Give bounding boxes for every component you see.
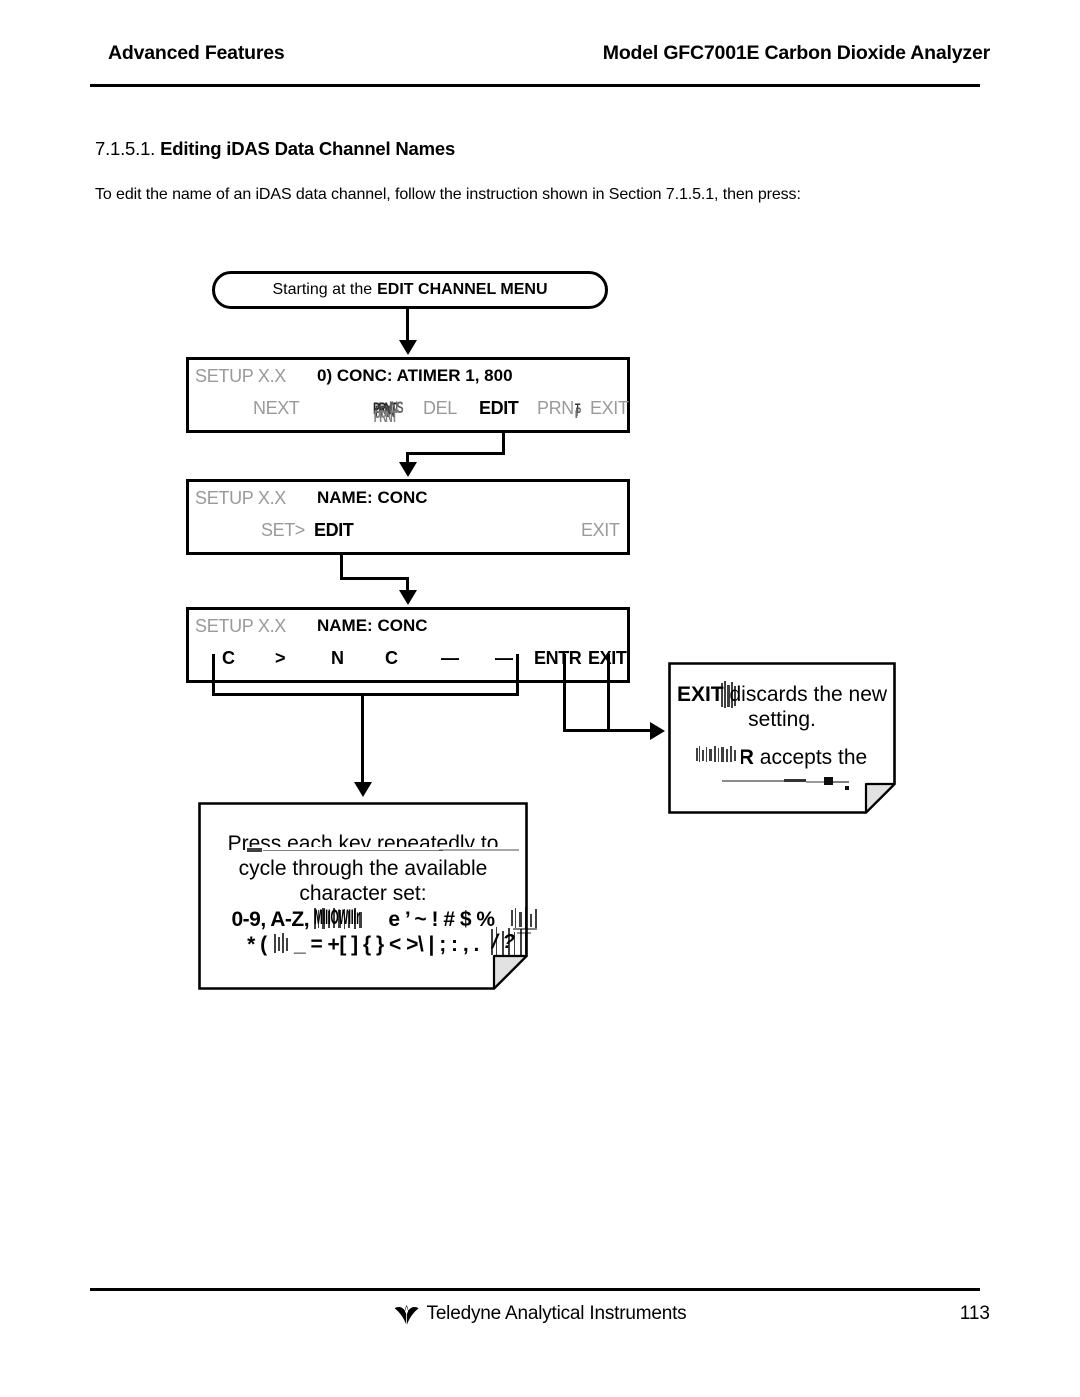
button-char-dash1[interactable]: — — [441, 648, 459, 669]
arrowhead-to-screen3 — [398, 590, 417, 605]
screen1-button-row: NEXT PRNT PRIN INS PRNT DEL EDIT PRN T I — [189, 398, 629, 428]
teledyne-wings-logo-icon — [394, 1303, 420, 1325]
note-right-line-2: setting. — [748, 707, 816, 731]
screen2-button-row: SET> EDIT EXIT — [189, 520, 627, 550]
tick-char-c1 — [212, 654, 215, 682]
page-header: Advanced Features Model GFC7001E Carbon … — [90, 42, 990, 80]
screen2-setup-label: SETUP X.X — [195, 488, 287, 508]
header-divider-rule — [90, 84, 980, 87]
footer-divider-rule — [90, 1288, 980, 1291]
screen3-main-text: NAME: CONC — [317, 616, 428, 635]
tick-exit — [607, 654, 610, 731]
connector-terminator-to-screen1 — [406, 309, 409, 342]
note-right-line-3: ENTR accepts the — [694, 745, 868, 772]
flow-terminator-start: Starting at the EDIT CHANNEL MENU — [212, 271, 608, 309]
scan-artifact-6: / ? — [490, 927, 534, 963]
button-next[interactable]: NEXT — [253, 398, 300, 419]
terminator-emphasis: EDIT CHANNEL MENU — [377, 281, 548, 298]
note-bottom-line-2: cycle through the available — [239, 846, 519, 882]
screen1-main-text: 0) CONC: ATIMER 1, 800 — [317, 366, 513, 385]
screen1-line1: SETUP X.X 0) CONC: ATIMER 1, 800 — [189, 366, 627, 396]
note-right-exit-keyword: EXIT — [676, 682, 724, 706]
connector-charkeys-bus — [212, 693, 519, 696]
footer-company-name: Teledyne Analytical Instruments — [426, 1303, 687, 1324]
note-bottom-line-5: * ( _ = +[ ] { } < >\ | ; : , . / ? — [247, 927, 528, 958]
tick-char-dash2 — [516, 654, 519, 682]
connector-charkeys-left-riser — [212, 680, 215, 696]
connector-entr-exit-bus — [563, 729, 662, 732]
button-del[interactable]: DEL — [423, 398, 457, 419]
flowchart: Starting at the EDIT CHANNEL MENU SETUP … — [0, 0, 1080, 1397]
section-title: Editing iDAS Data Channel Names — [160, 138, 456, 159]
button-entr[interactable]: ENTR — [534, 648, 582, 669]
button-char-n[interactable]: N — [331, 648, 344, 669]
note-right-line-4: new setting. — [702, 771, 862, 793]
section-number: 7.1.5.1. — [95, 138, 156, 159]
button-edit-2[interactable]: EDIT — [314, 520, 354, 541]
button-edit[interactable]: EDIT — [479, 398, 519, 419]
note-bottom-line-3: character set: — [299, 881, 427, 905]
button-char-dash2[interactable]: — — [495, 648, 513, 669]
note-right-line3-rest: accepts the — [753, 746, 868, 770]
button-print-ins-garbled[interactable]: PRNT PRIN INS PRNT — [373, 398, 404, 426]
scan-artifact-3: MIIIOWIIIr — [314, 908, 388, 930]
screen3-line1: SETUP X.X NAME: CONC — [189, 616, 627, 646]
scan-artifact-5 — [272, 933, 294, 955]
arrowhead-to-screen2 — [398, 462, 417, 477]
footer-page-number: 113 — [959, 1303, 990, 1324]
button-exit[interactable]: EXIT — [590, 398, 629, 419]
screen2-main-text: NAME: CONC — [317, 488, 428, 507]
note-character-set: Press each key repeatedly to cycle throu… — [198, 802, 538, 990]
screen3-setup-label: SETUP X.X — [195, 616, 287, 636]
scan-artifact-2 — [694, 745, 741, 772]
note-bottom-line-4: 0-9, A-Z, MIIIOWIIIr e ’ ~ ! # $ % — [231, 907, 538, 935]
note-right-line1-rest: discards the new — [723, 682, 888, 706]
button-char-c2[interactable]: C — [385, 648, 398, 669]
note-entr-exit-text: EXIT discards the new setting. ENTR acce… — [668, 662, 896, 814]
header-right-title: Model GFC7001E Carbon Dioxide Analyzer — [602, 42, 990, 64]
lcd-screen-1: SETUP X.X 0) CONC: ATIMER 1, 800 NEXT PR… — [186, 357, 630, 433]
connector-charkeys-to-note — [361, 693, 364, 783]
connector-edit2-horizontal — [340, 577, 409, 580]
button-set[interactable]: SET> — [261, 520, 305, 541]
button-char-c1[interactable]: C — [222, 648, 235, 669]
tick-entr — [563, 654, 566, 731]
intro-paragraph: To edit the name of an iDAS data channel… — [95, 186, 801, 203]
note-right-line-1: EXIT discards the new — [676, 680, 888, 709]
button-prnt-garbled[interactable]: PRN T IP Ill — [537, 398, 581, 421]
connector-edit1-horizontal — [406, 452, 505, 455]
connector-edit2-to-screen3 — [406, 577, 409, 591]
note-entr-exit: EXIT discards the new setting. ENTR acce… — [668, 662, 896, 814]
screen1-setup-label: SETUP X.X — [195, 366, 287, 386]
arrowhead-to-bottom-note — [353, 782, 372, 797]
arrowhead-to-screen1 — [398, 340, 417, 355]
section-heading: 7.1.5.1. Editing iDAS Data Channel Names — [95, 138, 455, 160]
arrowhead-to-right-note — [650, 722, 665, 740]
note-character-set-text: Press each key repeatedly to cycle throu… — [198, 802, 538, 990]
screen2-line1: SETUP X.X NAME: CONC — [189, 488, 627, 518]
button-char-next[interactable]: > — [275, 648, 286, 669]
header-left-title: Advanced Features — [108, 42, 285, 64]
lcd-screen-2: SETUP X.X NAME: CONC SET> EDIT EXIT — [186, 479, 630, 555]
connector-charkeys-right-riser — [516, 680, 519, 696]
scan-artifact-1 — [720, 680, 738, 709]
button-exit-2[interactable]: EXIT — [581, 520, 620, 541]
footer-company-block: Teledyne Analytical Instruments — [0, 1303, 1080, 1331]
screen3-button-row: C > N C — — ENTR EXIT — [189, 648, 627, 678]
terminator-prefix: Starting at the — [272, 281, 373, 298]
